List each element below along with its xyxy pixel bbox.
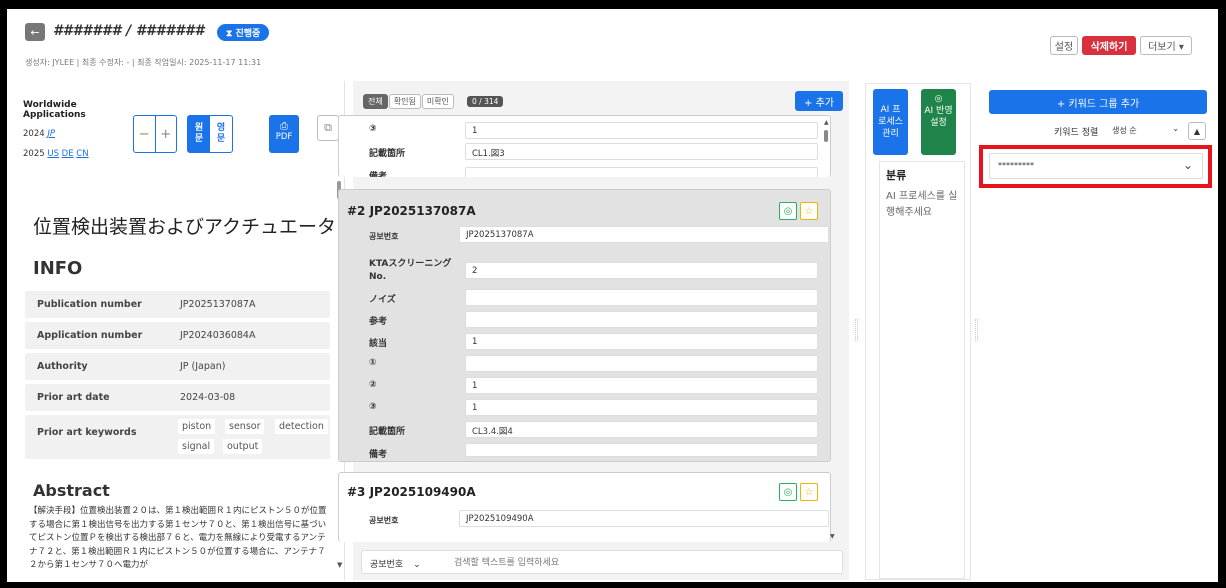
- zoom-in-button[interactable]: +: [156, 116, 177, 152]
- chevron-down-icon: ⌄: [413, 560, 421, 570]
- classify-box: [879, 161, 965, 579]
- keyword-chip: detection: [275, 419, 328, 434]
- status-badge: ⧗ 진행중: [217, 24, 270, 41]
- chevron-down-icon[interactable]: ⌄: [1183, 158, 1193, 172]
- info-row-application: Application number JP2024036084A: [25, 322, 330, 349]
- chevron-down-icon: ⌄: [1172, 124, 1179, 133]
- document-title: 位置検出装置およびアクチュエータ: [33, 216, 337, 238]
- splitter-handle[interactable]: [855, 319, 858, 341]
- confirm-icon[interactable]: ◎: [779, 483, 797, 501]
- scroll-up-icon[interactable]: ▲: [824, 119, 829, 126]
- confirm-icon[interactable]: ◎: [779, 202, 797, 220]
- info-row-authority: Authority JP (Japan): [25, 353, 330, 380]
- zoom-out-button[interactable]: −: [134, 116, 156, 152]
- star-icon[interactable]: ☆: [800, 483, 818, 501]
- count-badge: 0 / 314: [467, 96, 504, 107]
- keyword-chip: piston: [178, 419, 216, 434]
- keyword-group-item[interactable]: ********* ⌄: [989, 153, 1203, 179]
- keyword-chip: sensor: [225, 419, 265, 434]
- zoom-control: − +: [133, 115, 177, 153]
- keyword-group-name: *********: [998, 161, 1034, 170]
- ai-process-button[interactable]: AI 프로세스 관리: [873, 89, 908, 155]
- family-link-jp[interactable]: JP: [47, 129, 55, 139]
- keyword-chip: output: [223, 439, 263, 454]
- middle-scrollbar[interactable]: [824, 130, 828, 142]
- info-row-prior-art-date: Prior art date 2024-03-08: [25, 384, 330, 411]
- add-button[interactable]: + 추가: [795, 91, 843, 111]
- card-title: #2 JP2025137087A: [347, 204, 476, 218]
- star-icon[interactable]: ☆: [800, 202, 818, 220]
- info-row-keywords: Prior art keywords piston sensor detecti…: [25, 415, 330, 459]
- filter-confirmed[interactable]: 확인됨: [388, 94, 421, 109]
- page-title: ####### / #######: [53, 23, 205, 39]
- info-heading: INFO: [33, 258, 83, 279]
- filter-all[interactable]: 전체: [363, 94, 388, 109]
- card-title: #3 JP2025109490A: [347, 485, 476, 499]
- add-keyword-group-button[interactable]: + 키워드 그룹 추가: [989, 90, 1207, 114]
- splitter-handle[interactable]: [975, 319, 978, 341]
- keyword-chip: signal: [178, 439, 215, 454]
- english-text-button[interactable]: 영 문: [210, 116, 232, 152]
- result-card-2: #2 JP2025137087A ◎ ☆ 공보번호 JP2025137087A …: [338, 189, 831, 462]
- info-row-publication: Publication number JP2025137087A: [25, 291, 330, 318]
- family-title: Worldwide Applications: [23, 100, 86, 120]
- back-button[interactable]: ←: [25, 23, 45, 41]
- search-input[interactable]: [454, 554, 834, 571]
- search-field-select[interactable]: 공보번호 ⌄: [370, 557, 421, 570]
- sort-label: 키워드 정렬: [1054, 128, 1099, 138]
- family-link-cn[interactable]: CN: [76, 149, 88, 159]
- search-bar: 공보번호 ⌄: [361, 550, 843, 574]
- result-card-1: ③ 1 記載箇所 CL1.図3 備考 ▲: [338, 115, 831, 177]
- check-circle-icon: ◎: [934, 94, 943, 104]
- family-2025: 2025 US DE CN: [23, 149, 89, 159]
- family-link-de[interactable]: DE: [62, 149, 74, 159]
- sort-select[interactable]: 생성 순 ⌄: [1108, 122, 1185, 140]
- filter-unconfirmed[interactable]: 미확인: [421, 94, 454, 109]
- family-link-us[interactable]: US: [47, 149, 59, 159]
- original-text-button[interactable]: 원 문: [188, 116, 210, 152]
- abstract-text: 【解決手段】位置検出装置２０は、第１検出範囲Ｒ１内にピストン５０が位置する場合に…: [29, 506, 327, 570]
- meta-info: 생성자: JYLEE | 최종 수정자: - | 최종 작업일시: 2025-1…: [25, 58, 262, 67]
- abstract-heading: Abstract: [33, 481, 110, 500]
- classify-heading: 분류: [886, 169, 907, 182]
- ai-message: AI 프로세스를 실행해주세요: [886, 191, 958, 218]
- settings-button[interactable]: 설정: [1050, 36, 1078, 55]
- more-dropdown[interactable]: 더보기 ▾: [1140, 36, 1192, 55]
- ai-apply-button[interactable]: ◎ AI 반영 설정: [921, 89, 956, 155]
- back-arrow-icon: ←: [30, 25, 40, 39]
- external-link-icon[interactable]: ⧉: [317, 115, 339, 141]
- result-card-3: #3 JP2025109490A ◎ ☆ 공보번호 JP2025109490A: [338, 472, 831, 542]
- pdf-icon: ⎙: [280, 121, 288, 132]
- scroll-down-icon[interactable]: ▼: [830, 533, 835, 540]
- pdf-button[interactable]: ⎙ PDF: [269, 115, 299, 153]
- app-frame: ← ####### / ####### ⧗ 진행중 생성자: JYLEE | 최…: [7, 9, 1218, 582]
- family-2024: 2024 JP: [23, 129, 55, 139]
- sort-direction-button[interactable]: ▲: [1188, 122, 1206, 140]
- filter-group: 전체 확인됨 미확인: [363, 94, 454, 109]
- scroll-down-icon[interactable]: ▼: [337, 561, 342, 569]
- document-panel: Worldwide Applications 2024 JP 2025 US D…: [15, 81, 345, 580]
- language-toggle: 원 문 영 문: [187, 115, 233, 153]
- delete-button[interactable]: 삭제하기: [1082, 36, 1136, 55]
